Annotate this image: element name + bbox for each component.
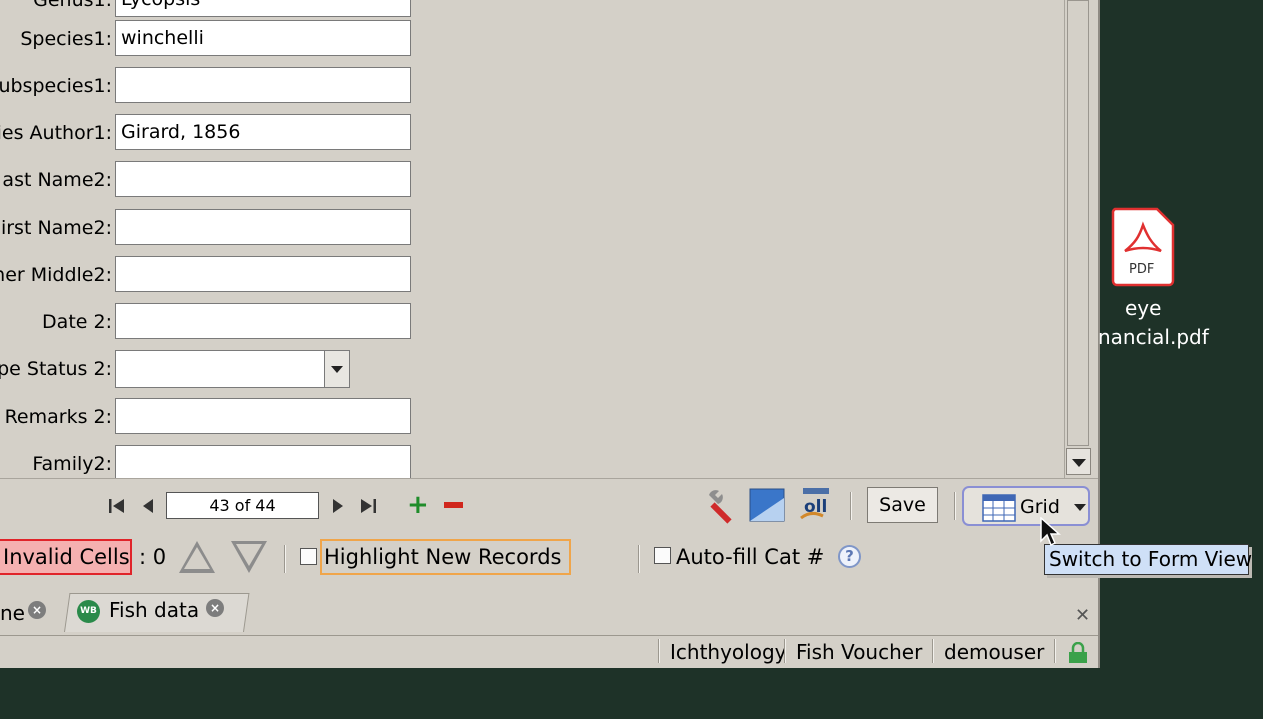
last-name2-label: ast Name2: bbox=[2, 169, 112, 191]
wrench-icon[interactable] bbox=[703, 487, 741, 525]
previous-invalid-icon[interactable] bbox=[179, 541, 215, 573]
next-invalid-icon[interactable] bbox=[231, 541, 267, 573]
chevron-down-icon bbox=[1074, 504, 1086, 511]
status-separator bbox=[1054, 639, 1056, 663]
form-row-date2: Date 2: bbox=[0, 303, 420, 341]
discipline-label[interactable]: Ichthyology bbox=[670, 640, 786, 664]
collection-label[interactable]: Fish Voucher bbox=[796, 640, 922, 664]
invalid-count: : 0 bbox=[139, 545, 167, 569]
form-row-species1: Species1: winchelli bbox=[0, 20, 420, 58]
first-record-icon[interactable] bbox=[108, 498, 126, 514]
dropdown-arrow-icon[interactable] bbox=[324, 351, 349, 387]
other-middle2-label: her Middle2: bbox=[0, 264, 112, 286]
add-record-icon[interactable]: + bbox=[407, 490, 429, 520]
date2-label: Date 2: bbox=[42, 311, 112, 333]
pdf-file-name-line2[interactable]: nancial.pdf bbox=[1098, 325, 1209, 349]
tab-fish-data-label: Fish data bbox=[109, 598, 200, 622]
family2-field[interactable] bbox=[115, 445, 411, 478]
toolbar-separator bbox=[850, 492, 852, 520]
form-row-remarks2: Remarks 2: bbox=[0, 398, 420, 436]
tooltip: Switch to Form View bbox=[1044, 544, 1252, 575]
other-middle2-field[interactable] bbox=[115, 256, 411, 292]
user-label[interactable]: demouser bbox=[944, 640, 1044, 664]
subspecies1-field[interactable] bbox=[115, 67, 411, 103]
validation-bar: Invalid Cells : 0 Highlight New Records … bbox=[0, 537, 1098, 579]
form-row-first-name2: irst Name2: bbox=[0, 209, 420, 247]
close-tab-icon[interactable]: × bbox=[206, 599, 224, 617]
view-switch-button[interactable]: Grid bbox=[962, 486, 1090, 526]
type-status2-select[interactable] bbox=[115, 350, 350, 388]
close-all-tabs-icon[interactable]: ✕ bbox=[1075, 605, 1090, 626]
form-row-family2: Family2: bbox=[0, 445, 420, 478]
status-separator bbox=[658, 639, 660, 663]
workbench-icon: WB bbox=[77, 600, 100, 623]
status-bar: Ichthyology Fish Voucher demouser bbox=[0, 636, 1098, 668]
previous-record-icon[interactable] bbox=[142, 498, 154, 514]
lock-icon bbox=[1069, 642, 1087, 663]
form-row-genus1: Genus1: Lycopsis bbox=[0, 0, 420, 19]
scrollbar-track[interactable] bbox=[1067, 0, 1089, 446]
auto-fill-label: Auto-fill Cat # bbox=[676, 545, 825, 569]
form-row-species-author1: ies Author1: Girard, 1856 bbox=[0, 114, 420, 152]
view-switch-label: Grid bbox=[1020, 496, 1060, 518]
close-tab-icon[interactable]: × bbox=[28, 601, 46, 619]
form-row-type-status2: pe Status 2: bbox=[0, 350, 420, 388]
species-author1-field[interactable]: Girard, 1856 bbox=[115, 114, 411, 150]
status-separator bbox=[784, 639, 786, 663]
help-icon[interactable]: ? bbox=[838, 545, 861, 568]
remarks2-field[interactable] bbox=[115, 398, 411, 434]
form-row-last-name2: ast Name2: bbox=[0, 161, 420, 199]
family2-label: Family2: bbox=[32, 453, 112, 475]
save-button[interactable]: Save bbox=[867, 487, 938, 523]
last-name2-field[interactable] bbox=[115, 161, 411, 197]
desktop-pdf-file[interactable]: PDF bbox=[1111, 207, 1175, 292]
tab-home[interactable]: ne × bbox=[0, 593, 66, 629]
species1-label: Species1: bbox=[20, 28, 112, 50]
genus1-label: Genus1: bbox=[33, 0, 112, 11]
delete-record-icon[interactable] bbox=[444, 502, 463, 508]
highlight-new-records-label: Highlight New Records bbox=[320, 539, 571, 575]
auto-fill-checkbox[interactable] bbox=[654, 547, 671, 564]
vertical-scrollbar[interactable] bbox=[1064, 0, 1091, 478]
first-name2-label: irst Name2: bbox=[0, 217, 112, 239]
species1-field[interactable]: winchelli bbox=[115, 20, 411, 56]
mouse-cursor-icon bbox=[1040, 517, 1061, 547]
divider bbox=[0, 478, 1098, 479]
highlight-new-records-checkbox[interactable] bbox=[300, 548, 317, 565]
tab-home-label: ne bbox=[0, 601, 25, 625]
species-author1-label: ies Author1: bbox=[0, 122, 112, 144]
invalid-cells-badge: Invalid Cells bbox=[0, 539, 132, 575]
next-record-icon[interactable] bbox=[332, 498, 344, 514]
record-indicator[interactable]: 43 of 44 bbox=[166, 492, 319, 519]
data-export-icon[interactable]: oll bbox=[797, 486, 831, 524]
form-panel: Genus1: Lycopsis Species1: winchelli ubs… bbox=[0, 0, 1064, 478]
tab-bar: ne × WB Fish data × ✕ bbox=[0, 589, 1098, 636]
toolbar-separator bbox=[284, 545, 286, 573]
toolbar-separator bbox=[954, 492, 956, 520]
date2-field[interactable] bbox=[115, 303, 411, 339]
toolbar-separator bbox=[638, 545, 640, 573]
type-status2-label: pe Status 2: bbox=[0, 358, 112, 380]
subspecies1-label: ubspecies1: bbox=[0, 75, 112, 97]
form-row-subspecies1: ubspecies1: bbox=[0, 67, 420, 105]
grid-view-icon bbox=[982, 494, 1016, 522]
form-row-other-middle2: her Middle2: bbox=[0, 256, 420, 294]
status-separator bbox=[932, 639, 934, 663]
scroll-down-icon[interactable] bbox=[1066, 448, 1091, 475]
pdf-badge-label: PDF bbox=[1129, 262, 1154, 277]
specify-window: Genus1: Lycopsis Species1: winchelli ubs… bbox=[0, 0, 1100, 668]
remarks2-label: Remarks 2: bbox=[4, 406, 112, 428]
genus1-field[interactable]: Lycopsis bbox=[115, 0, 411, 17]
pdf-file-icon: PDF bbox=[1111, 207, 1175, 287]
pdf-file-name-line1[interactable]: eye bbox=[1125, 296, 1161, 320]
last-record-icon[interactable] bbox=[359, 498, 377, 514]
record-navigation-bar: 43 of 44 + oll Save Grid bbox=[0, 484, 1098, 528]
first-name2-field[interactable] bbox=[115, 209, 411, 245]
slideshow-icon[interactable] bbox=[749, 488, 785, 522]
